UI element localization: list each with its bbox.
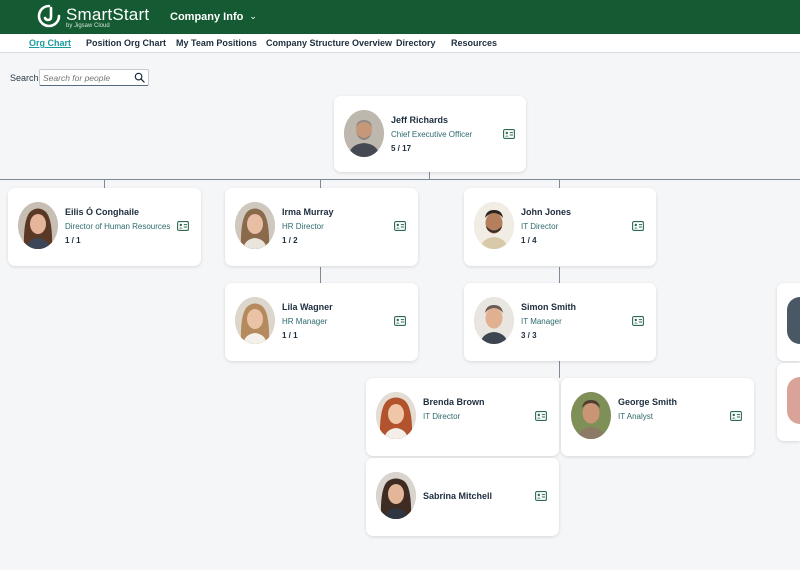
person-name: George Smith [618,397,678,407]
contact-card-icon[interactable] [503,129,515,139]
avatar [787,297,800,344]
chevron-down-icon: ⌄ [249,11,257,21]
connector-to-irma [320,180,321,188]
avatar [571,392,611,439]
connector-to-john [559,180,560,188]
connector-to-eilis [104,180,105,188]
contact-card-icon[interactable] [632,316,644,326]
report-count: 3 / 3 [521,331,537,340]
search-field[interactable] [39,69,149,86]
report-count: 1 / 2 [282,236,298,245]
person-card-brenda-brown[interactable]: Brenda Brown IT Director [366,378,559,456]
person-name: Eilis Ó Conghaile [65,207,140,217]
person-name: Jeff Richards [391,115,449,125]
tab-my-team-positions[interactable]: My Team Positions [176,38,257,48]
person-card-simon-smith[interactable]: Simon Smith IT Manager 3 / 3 [464,283,656,361]
contact-card-icon[interactable] [535,411,547,421]
logo-icon[interactable] [36,3,62,29]
connector-irma-lila [320,267,321,283]
person-title: HR Manager [282,317,328,326]
tab-position-org-chart[interactable]: Position Org Chart [86,38,166,48]
company-info-menu[interactable]: Company Info ⌄ [170,11,257,23]
person-title: HR Director [282,222,324,231]
person-card-offscreen-2[interactable] [777,363,800,441]
contact-card-icon[interactable] [394,316,406,326]
avatar [787,377,800,424]
brand-name: SmartStart [66,5,150,24]
app-header: SmartStart by Jigsaw Cloud Company Info ⌄ [0,0,800,34]
avatar [344,110,384,157]
report-count: 1 / 4 [521,236,537,245]
person-name: John Jones [521,207,572,217]
connector-simon-down [559,361,560,378]
report-count: 1 / 1 [65,236,81,245]
person-card-jeff-richards[interactable]: Jeff Richards Chief Executive Officer 5 … [334,96,526,172]
search-label: Search: [10,73,42,83]
report-count: 5 / 17 [391,144,412,153]
connector-john-simon [559,267,560,283]
contact-card-icon[interactable] [177,221,189,231]
person-card-sabrina-mitchell[interactable]: Sabrina Mitchell [366,458,559,536]
connector-ceo-down [429,172,430,180]
contact-card-icon[interactable] [632,221,644,231]
avatar [474,202,514,249]
tab-directory[interactable]: Directory [396,38,436,48]
person-card-john-jones[interactable]: John Jones IT Director 1 / 4 [464,188,656,266]
brand-subtitle: by Jigsaw Cloud [66,23,110,29]
person-card-offscreen-1[interactable] [777,283,800,361]
search-icon[interactable] [134,72,145,83]
person-title: IT Director [423,412,461,421]
avatar [18,202,58,249]
avatar [235,297,275,344]
contact-card-icon[interactable] [730,411,742,421]
tab-org-chart[interactable]: Org Chart [29,38,71,48]
connector-level-1-bus [0,179,800,180]
report-count: 1 / 1 [282,331,298,340]
person-card-george-smith[interactable]: George Smith IT Analyst [561,378,754,456]
person-title: Director of Human Resources [65,222,171,231]
avatar [474,297,514,344]
avatar [235,202,275,249]
person-card-lila-wagner[interactable]: Lila Wagner HR Manager 1 / 1 [225,283,418,361]
person-title: IT Director [521,222,559,231]
company-info-label: Company Info [170,11,244,23]
avatar [376,472,416,519]
person-name: Lila Wagner [282,302,333,312]
person-card-eilis-o-conghaile[interactable]: Eilis Ó Conghaile Director of Human Reso… [8,188,201,266]
contact-card-icon[interactable] [394,221,406,231]
person-title: IT Analyst [618,412,653,421]
person-title: IT Manager [521,317,562,326]
person-name: Simon Smith [521,302,577,312]
nav-bar: Org Chart Position Org Chart My Team Pos… [0,34,800,53]
person-name: Brenda Brown [423,397,485,407]
tab-resources[interactable]: Resources [451,38,497,48]
tab-company-structure-overview[interactable]: Company Structure Overview [266,38,392,48]
person-name: Sabrina Mitchell [423,491,493,501]
avatar [376,392,416,439]
search-input[interactable] [43,72,131,84]
person-card-irma-murray[interactable]: Irma Murray HR Director 1 / 2 [225,188,418,266]
person-name: Irma Murray [282,207,334,217]
contact-card-icon[interactable] [535,491,547,501]
person-title: Chief Executive Officer [391,130,473,139]
